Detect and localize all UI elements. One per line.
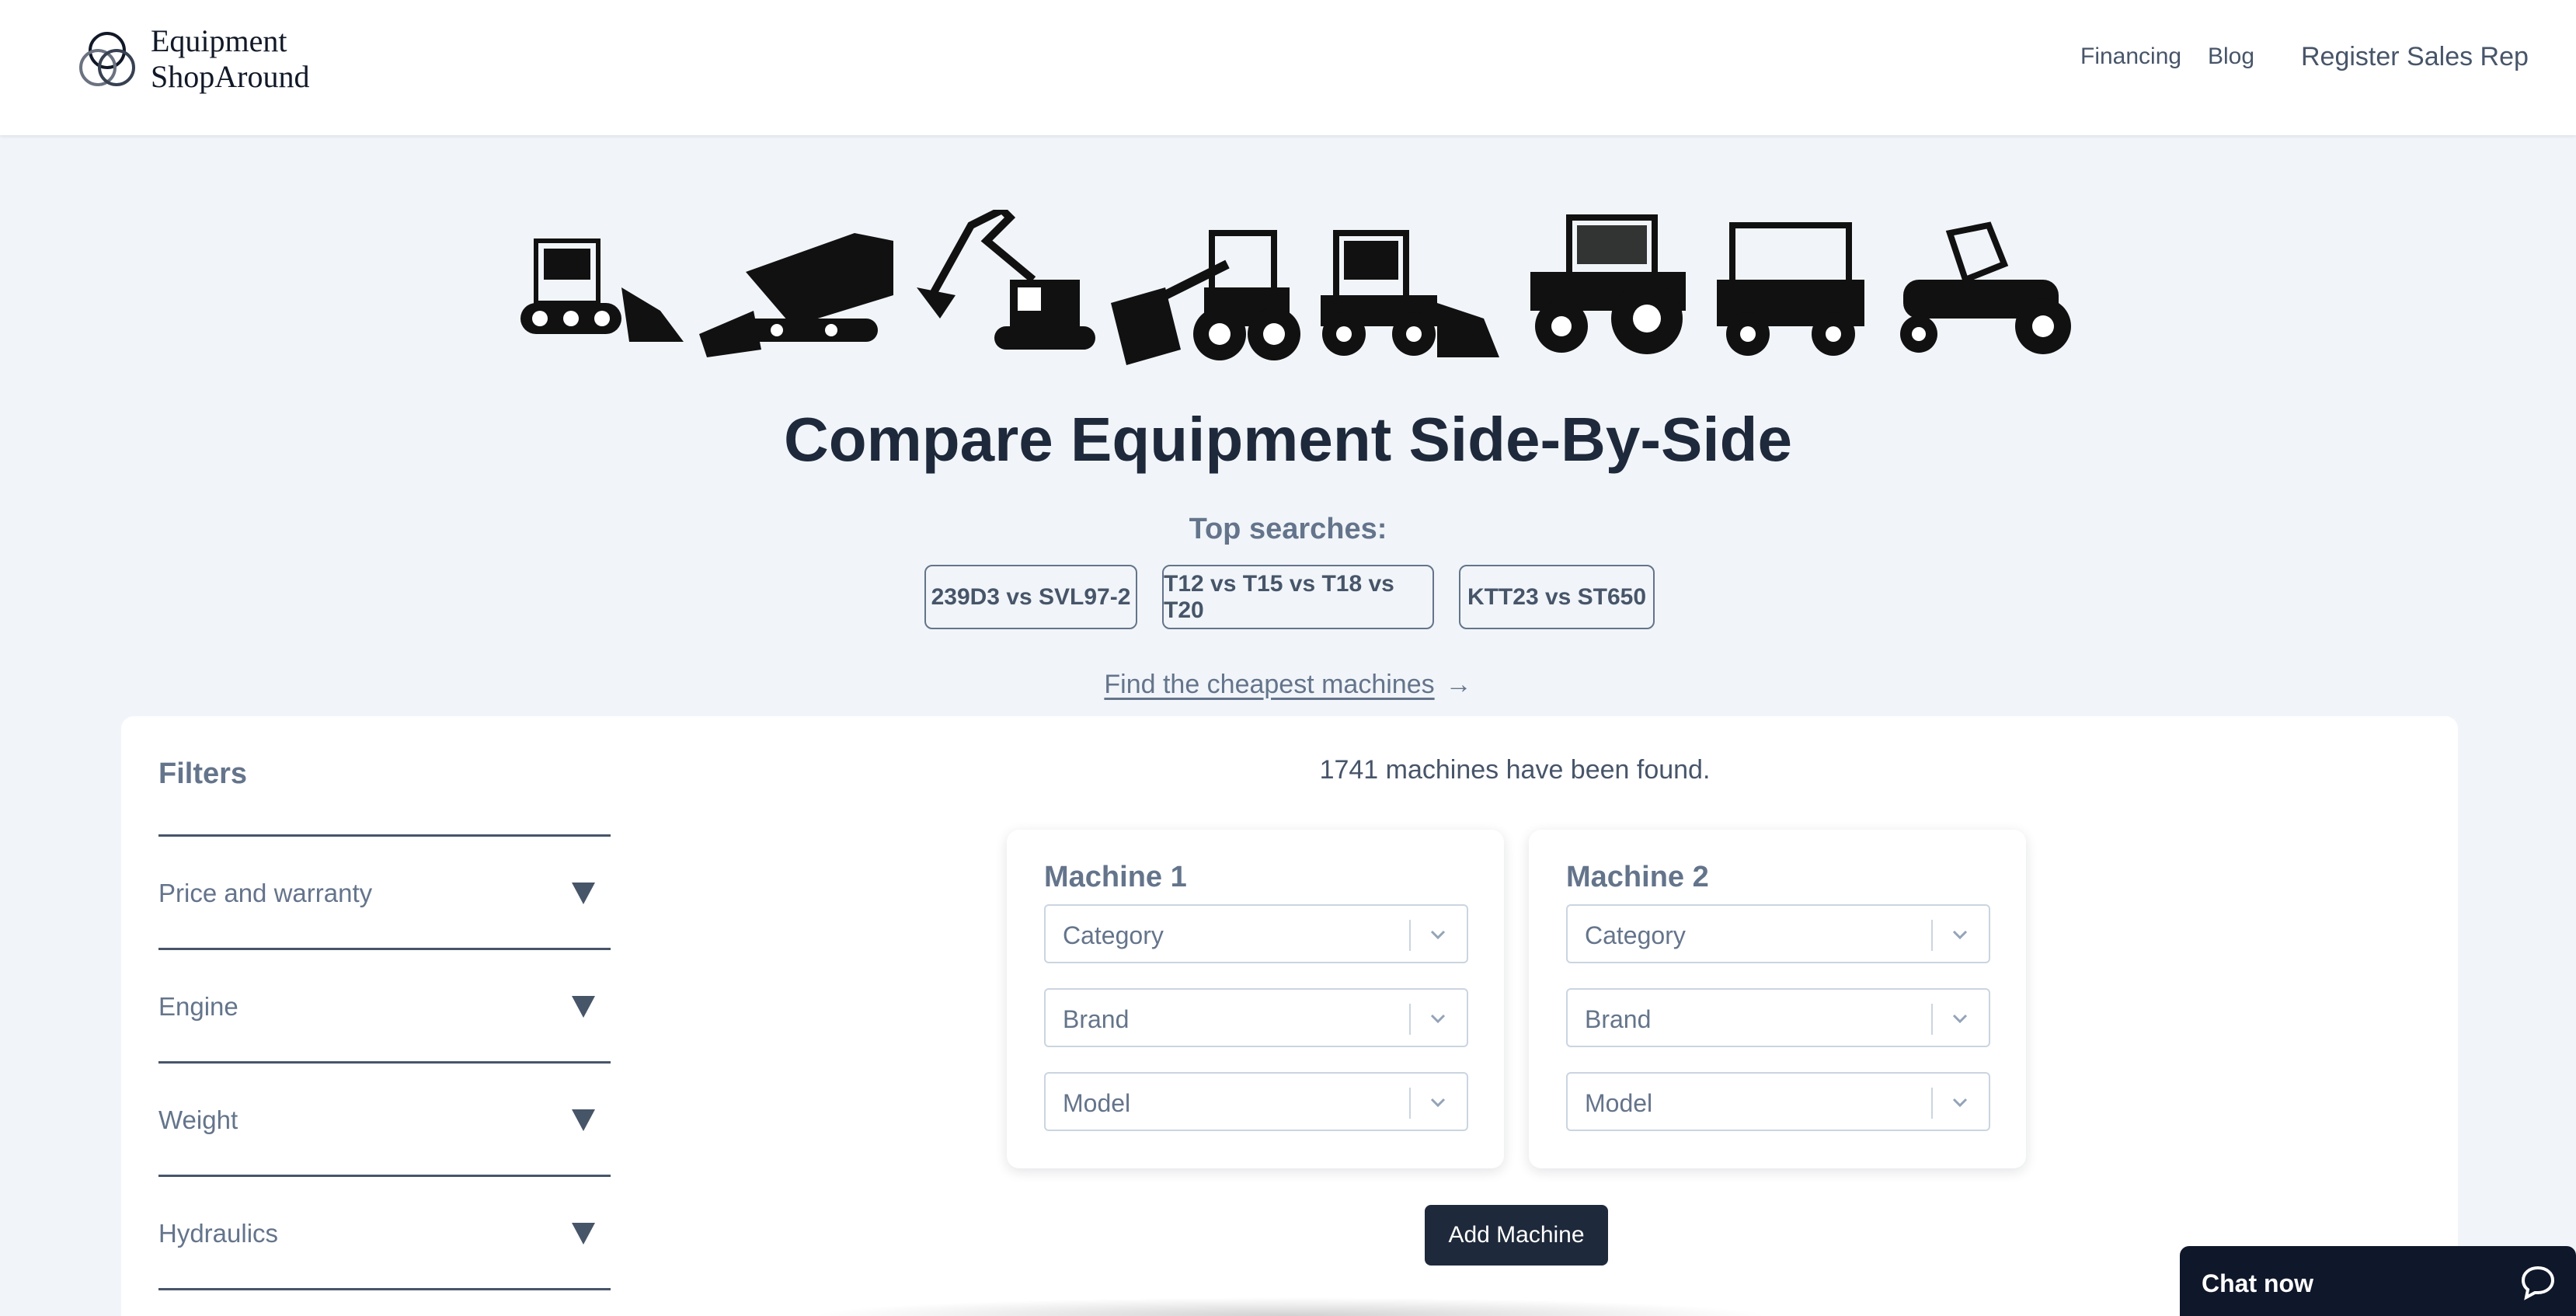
- triangle-down-icon: [572, 1223, 595, 1245]
- filter-divider: [158, 1061, 611, 1064]
- select-placeholder: Brand: [1585, 1005, 1652, 1033]
- excavator-icon: [917, 210, 1095, 350]
- skid-steer-loader-icon: [1321, 230, 1499, 357]
- results-count: 1741 machines have been found.: [1319, 755, 1711, 785]
- chevron-down-icon: [1952, 1098, 1968, 1108]
- cheapest-machines-link[interactable]: Find the cheapest machines →: [0, 670, 2576, 700]
- brand-name: Equipment ShopAround: [151, 23, 309, 95]
- site-header: Equipment ShopAround Financing Blog Regi…: [0, 0, 2576, 135]
- chat-label: Chat now: [2202, 1269, 2313, 1297]
- nav-financing[interactable]: Financing: [2080, 44, 2181, 70]
- triangle-down-icon: [572, 1109, 595, 1131]
- filter-label: Engine: [158, 992, 238, 1021]
- top-searches-label: Top searches:: [1189, 513, 1387, 545]
- filter-weight[interactable]: Weight: [158, 1097, 611, 1144]
- select-placeholder: Category: [1585, 921, 1686, 949]
- top-search-chip-3[interactable]: KTT23 vs ST650: [1459, 565, 1655, 629]
- filter-engine[interactable]: Engine: [158, 984, 611, 1030]
- select-placeholder: Model: [1063, 1089, 1131, 1117]
- select-separator: [1409, 1004, 1411, 1035]
- select-placeholder: Brand: [1063, 1005, 1130, 1033]
- select-placeholder: Category: [1063, 921, 1164, 949]
- wheel-loader-icon: [1111, 230, 1300, 365]
- mini-skid-steer-icon: [699, 233, 893, 357]
- filter-divider: [158, 948, 611, 950]
- model-select[interactable]: Model: [1566, 1072, 1990, 1131]
- utility-vehicle-icon: [1717, 222, 1864, 356]
- chat-widget[interactable]: Chat now: [2180, 1246, 2576, 1316]
- top-search-chip-2[interactable]: T12 vs T15 vs T18 vs T20: [1162, 565, 1434, 629]
- select-separator: [1409, 920, 1411, 951]
- select-placeholder: Model: [1585, 1089, 1653, 1117]
- chevron-down-icon: [1430, 930, 1446, 940]
- chevron-down-icon: [1952, 930, 1968, 940]
- model-select[interactable]: Model: [1044, 1072, 1468, 1131]
- filter-label: Price and warranty: [158, 879, 373, 907]
- category-select[interactable]: Category: [1044, 904, 1468, 963]
- tractor-icon: [1530, 214, 1686, 354]
- compact-track-loader-icon: [520, 238, 684, 342]
- chevron-down-icon: [1430, 1014, 1446, 1024]
- brand-select[interactable]: Brand: [1566, 988, 1990, 1047]
- results-card-edge: [808, 1297, 1771, 1316]
- machine-card-title: Machine 2: [1566, 861, 1709, 893]
- machine-card-1: Machine 1 Category Brand Model: [1007, 830, 1504, 1168]
- chat-bubble-icon: [2521, 1266, 2555, 1300]
- filter-divider: [158, 834, 611, 837]
- triangle-down-icon: [572, 883, 595, 904]
- filters-title: Filters: [158, 757, 248, 790]
- chevron-down-icon: [1952, 1014, 1968, 1024]
- filter-hydraulics[interactable]: Hydraulics: [158, 1210, 611, 1257]
- brand-line-2: ShopAround: [151, 59, 310, 94]
- select-separator: [1931, 1088, 1933, 1119]
- arrow-right-icon: →: [1445, 670, 1472, 699]
- brand-select[interactable]: Brand: [1044, 988, 1468, 1047]
- machine-card-2: Machine 2 Category Brand Model: [1529, 830, 2026, 1168]
- filter-label: Hydraulics: [158, 1219, 279, 1248]
- page-title: Compare Equipment Side-By-Side: [784, 405, 1792, 474]
- filter-price-and-warranty[interactable]: Price and warranty: [158, 870, 611, 917]
- select-separator: [1409, 1088, 1411, 1119]
- nav-blog[interactable]: Blog: [2208, 44, 2254, 70]
- machine-card-title: Machine 1: [1044, 861, 1187, 893]
- brand-line-1: Equipment: [151, 23, 287, 58]
- add-machine-button[interactable]: Add Machine: [1425, 1205, 1608, 1266]
- equipment-illustrations: [520, 210, 2071, 365]
- triangle-down-icon: [572, 996, 595, 1018]
- nav-register-sales-rep[interactable]: Register Sales Rep: [2301, 42, 2529, 72]
- top-search-chip-1[interactable]: 239D3 vs SVL97-2: [924, 565, 1137, 629]
- filter-label: Weight: [158, 1105, 238, 1134]
- logo-rings-icon: [79, 32, 135, 86]
- filter-divider: [158, 1288, 611, 1290]
- filter-divider: [158, 1175, 611, 1177]
- category-select[interactable]: Category: [1566, 904, 1990, 963]
- cheapest-machines-label: Find the cheapest machines: [1104, 670, 1435, 699]
- chevron-down-icon: [1430, 1098, 1446, 1108]
- zero-turn-mower-icon: [1900, 221, 2071, 354]
- select-separator: [1931, 1004, 1933, 1035]
- brand-logo[interactable]: Equipment ShopAround: [78, 23, 309, 95]
- select-separator: [1931, 920, 1933, 951]
